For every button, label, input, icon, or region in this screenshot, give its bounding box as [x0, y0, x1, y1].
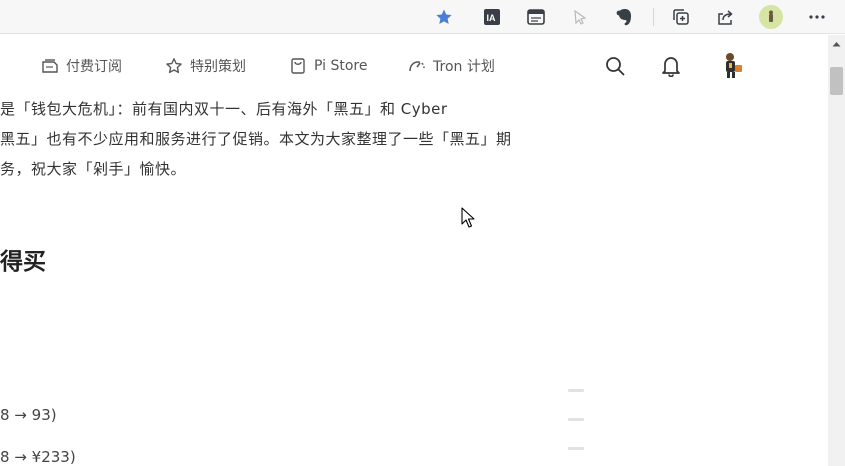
read-aloud-icon[interactable] — [568, 5, 592, 29]
article-paragraph-line: 黑五」也有不少应用和服务进行了促销。本文为大家整理了一些「黑五」期 — [0, 130, 512, 148]
search-icon[interactable] — [602, 53, 628, 79]
mouse-cursor-icon — [461, 207, 475, 232]
toc-marker[interactable] — [568, 418, 584, 421]
price-line: 8 → ¥233) — [0, 448, 76, 466]
price-line: 8 → 93) — [0, 406, 57, 424]
nav-item-special[interactable]: 特别策划 — [164, 55, 246, 77]
nav-item-subscription[interactable]: 付费订阅 — [40, 55, 122, 77]
reading-view-icon[interactable] — [524, 5, 548, 29]
toc-marker[interactable] — [568, 389, 584, 392]
favorite-star-icon[interactable] — [432, 5, 456, 29]
share-icon[interactable] — [713, 5, 737, 29]
browser-toolbar: IA — [0, 0, 845, 34]
scroll-thumb[interactable] — [830, 67, 843, 95]
scroll-up-arrow-icon[interactable] — [828, 35, 845, 52]
bag-icon — [288, 56, 308, 76]
more-icon[interactable] — [805, 5, 829, 29]
nav-item-label: Tron 计划 — [433, 59, 495, 75]
svg-text:IA: IA — [487, 13, 497, 23]
nav-item-pi-store[interactable]: Pi Store — [288, 55, 367, 77]
nav-item-tron[interactable]: Tron 计划 — [407, 55, 495, 77]
article-paragraph-line: 是「钱包大危机」：前有国内双十一、后有海外「黑五」和 Cyber — [0, 100, 448, 118]
profile-avatar[interactable] — [759, 5, 783, 29]
collections-icon[interactable] — [669, 5, 693, 29]
toc-marker[interactable] — [568, 447, 584, 450]
page-scrollbar[interactable] — [828, 35, 845, 466]
arc-icon — [407, 56, 427, 76]
nav-item-label: 付费订阅 — [66, 59, 122, 75]
subscription-icon — [40, 56, 60, 76]
immersive-reader-icon[interactable]: IA — [480, 5, 504, 29]
section-heading: 得买 — [0, 249, 46, 275]
nav-item-label: 特别策划 — [190, 59, 246, 75]
site-nav: 付费订阅 特别策划 Pi Store Tron 计划 — [0, 35, 828, 97]
bell-icon[interactable] — [658, 53, 684, 79]
star-outline-icon — [164, 56, 184, 76]
user-avatar[interactable] — [718, 50, 746, 80]
nav-item-label: Pi Store — [314, 58, 368, 74]
evernote-icon[interactable] — [612, 5, 636, 29]
article-paragraph-line: 务，祝大家「剁手」愉快。 — [0, 160, 187, 178]
